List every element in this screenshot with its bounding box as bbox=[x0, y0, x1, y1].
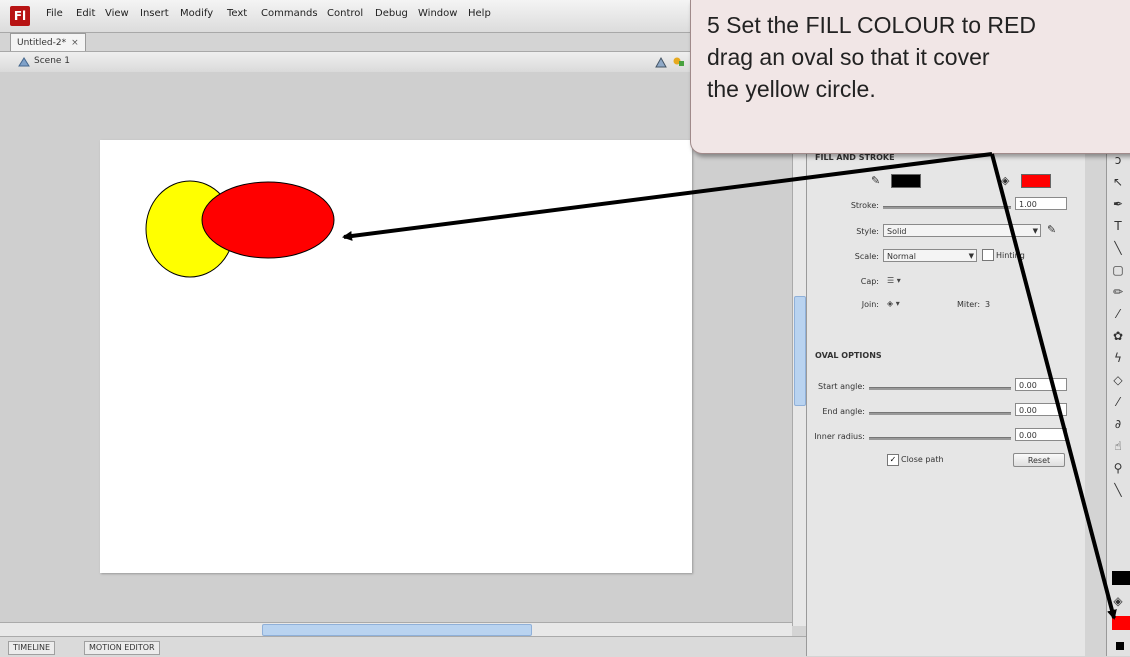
properties-panel: FILL AND STROKE ✎ ◈ Stroke: 1.00 Style: … bbox=[806, 150, 1085, 656]
text-tool-icon[interactable]: T bbox=[1110, 218, 1126, 234]
subselection-tool-icon[interactable]: ↖ bbox=[1110, 174, 1126, 190]
tab-timeline[interactable]: TIMELINE bbox=[8, 641, 56, 655]
end-angle-field[interactable]: 0.00 bbox=[1015, 403, 1067, 416]
reset-button[interactable]: Reset bbox=[1013, 453, 1065, 467]
black-white-icon[interactable] bbox=[1116, 642, 1124, 650]
instruction-callout: 5 Set the FILL COLOUR to RED drag an ova… bbox=[690, 0, 1130, 154]
paint-bucket-tool-icon[interactable]: ◇ bbox=[1110, 372, 1126, 388]
stroke-slider[interactable] bbox=[883, 206, 1011, 209]
zoom-tool-icon[interactable]: ⚲ bbox=[1110, 460, 1126, 476]
scale-label: Scale: bbox=[854, 252, 879, 261]
pencil-tool-icon[interactable]: ✏ bbox=[1110, 284, 1126, 300]
miter-value[interactable]: 3 bbox=[985, 300, 990, 309]
callout-line-3: the yellow circle. bbox=[707, 76, 876, 102]
deco-tool-icon[interactable]: ✿ bbox=[1110, 328, 1126, 344]
style-label: Style: bbox=[856, 227, 879, 236]
start-angle-slider[interactable] bbox=[869, 387, 1011, 390]
stage-shapes bbox=[145, 180, 335, 278]
eyedropper-tool-icon[interactable]: ⁄ bbox=[1110, 394, 1126, 410]
join-label: Join: bbox=[861, 300, 879, 309]
brush-tool-icon[interactable]: ⁄ bbox=[1110, 306, 1126, 322]
fill-color-swatch[interactable] bbox=[1021, 174, 1051, 188]
stroke-color-swatch[interactable] bbox=[891, 174, 921, 188]
lasso-tool-icon[interactable]: ↄ bbox=[1110, 152, 1126, 168]
tab-motion-editor[interactable]: MOTION EDITOR bbox=[84, 641, 160, 655]
join-dropdown[interactable]: ◈ ▾ bbox=[887, 299, 900, 308]
fill-color-tool-icon[interactable]: ◈ bbox=[1110, 593, 1126, 609]
end-angle-label: End angle: bbox=[822, 407, 865, 416]
end-angle-slider[interactable] bbox=[869, 412, 1011, 415]
oval-options-header[interactable]: OVAL OPTIONS bbox=[815, 351, 882, 360]
pen-tool-icon[interactable]: ✒ bbox=[1110, 196, 1126, 212]
hinting-checkbox[interactable] bbox=[982, 249, 994, 261]
oval-tool-icon[interactable]: ▢ bbox=[1110, 262, 1126, 278]
inner-radius-label: Inner radius: bbox=[814, 432, 865, 441]
inner-radius-field[interactable]: 0.00 bbox=[1015, 428, 1067, 441]
start-angle-label: Start angle: bbox=[818, 382, 865, 391]
edit-stroke-style-icon[interactable]: ✎ bbox=[1047, 223, 1056, 236]
inner-radius-slider[interactable] bbox=[869, 437, 1011, 440]
line-tool-icon[interactable]: ╲ bbox=[1110, 240, 1126, 256]
bottom-panel-tabs: TIMELINE MOTION EDITOR bbox=[0, 636, 806, 657]
stroke-color-well[interactable] bbox=[1112, 571, 1130, 585]
scale-dropdown[interactable]: Normal ▼ bbox=[883, 249, 977, 262]
stroke-value-field[interactable]: 1.00 bbox=[1015, 197, 1067, 210]
fill-color-well[interactable] bbox=[1112, 616, 1130, 630]
eraser-tool-icon[interactable]: ∂ bbox=[1110, 416, 1126, 432]
cap-dropdown[interactable]: ☰ ▾ bbox=[887, 276, 901, 285]
style-dropdown[interactable]: Solid ▼ bbox=[883, 224, 1041, 237]
callout-line-1: 5 Set the FILL COLOUR to RED bbox=[707, 12, 1036, 38]
start-angle-field[interactable]: 0.00 bbox=[1015, 378, 1067, 391]
close-path-label: Close path bbox=[901, 455, 944, 464]
hand-tool-icon[interactable]: ☝ bbox=[1110, 438, 1126, 454]
cap-label: Cap: bbox=[860, 277, 879, 286]
bone-tool-icon[interactable]: ϟ bbox=[1110, 350, 1126, 366]
vertical-scrollbar-thumb[interactable] bbox=[794, 296, 806, 406]
fill-bucket-icon: ◈ bbox=[1001, 174, 1010, 187]
stroke-color-pencil-icon: ✎ bbox=[871, 174, 881, 187]
hinting-label: Hinting bbox=[996, 251, 1025, 260]
red-oval[interactable] bbox=[201, 181, 335, 259]
stroke-color-tool-icon[interactable]: ╲ bbox=[1110, 482, 1126, 498]
callout-line-2: drag an oval so that it cover bbox=[707, 44, 990, 70]
fill-stroke-header[interactable]: FILL AND STROKE bbox=[815, 153, 895, 162]
miter-label: Miter: bbox=[957, 300, 981, 309]
horizontal-scrollbar-thumb[interactable] bbox=[262, 624, 532, 636]
stroke-label: Stroke: bbox=[850, 201, 879, 210]
close-path-checkbox[interactable]: ✓ bbox=[887, 454, 899, 466]
